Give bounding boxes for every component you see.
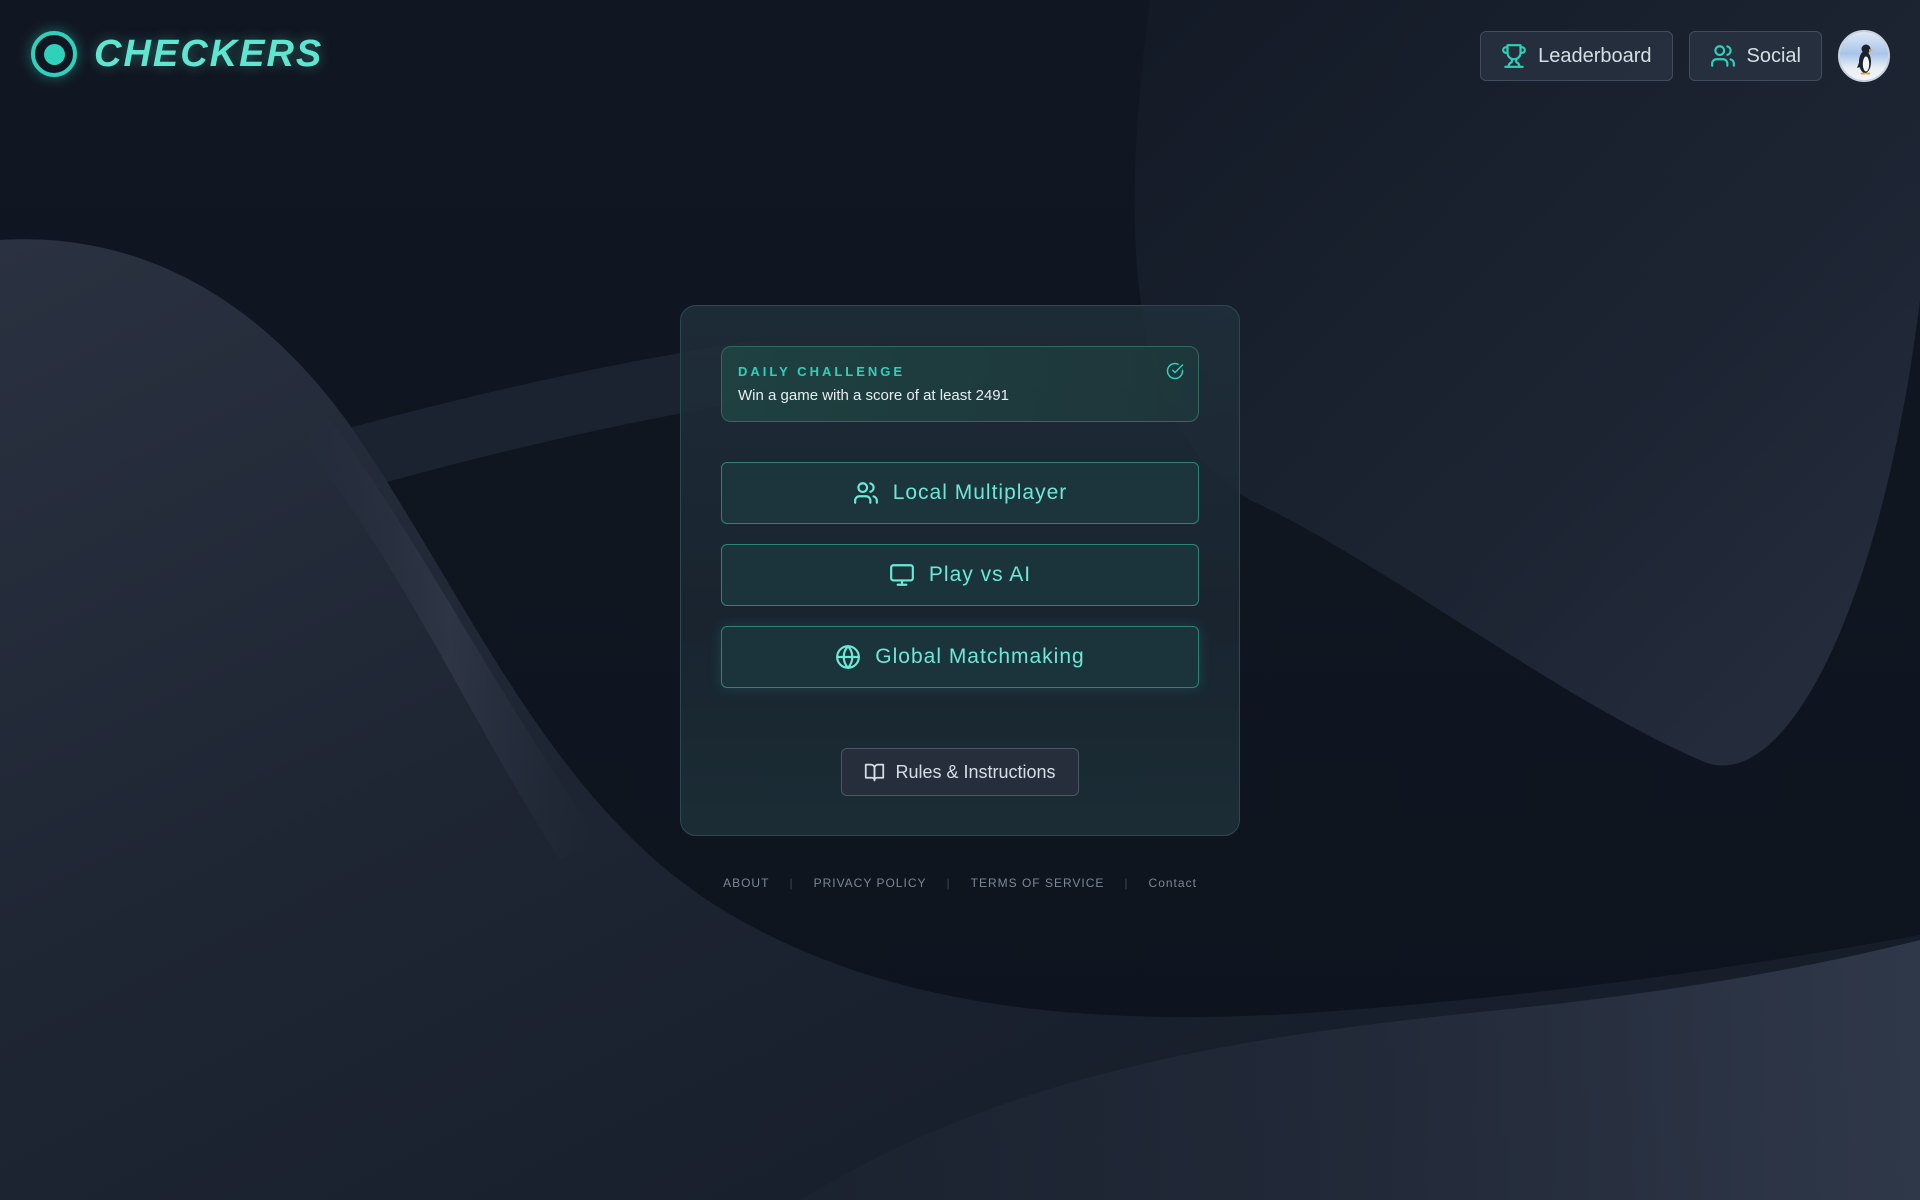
avatar[interactable]	[1838, 30, 1890, 82]
social-button[interactable]: Social	[1688, 31, 1822, 81]
leaderboard-button[interactable]: Leaderboard	[1480, 31, 1673, 81]
global-matchmaking-label: Global Matchmaking	[875, 645, 1085, 668]
footer-link-about[interactable]: ABOUT	[723, 876, 769, 890]
rules-label: Rules & Instructions	[895, 761, 1056, 782]
footer-link-terms[interactable]: TERMS OF SERVICE	[971, 876, 1105, 890]
penguin-avatar-image	[1857, 44, 1873, 75]
footer-separator: |	[1124, 876, 1129, 890]
logo-icon	[31, 31, 77, 77]
play-vs-ai-label: Play vs AI	[928, 563, 1032, 586]
local-multiplayer-label: Local Multiplayer	[892, 481, 1068, 504]
users-icon	[853, 482, 878, 504]
footer-link-contact[interactable]: Contact	[1149, 876, 1197, 890]
local-multiplayer-button[interactable]: Local Multiplayer	[721, 462, 1199, 524]
footer-link-privacy[interactable]: PRIVACY POLICY	[814, 876, 927, 890]
daily-challenge[interactable]: DAILY CHALLENGE Win a game with a score …	[721, 346, 1199, 422]
rules-button[interactable]: Rules & Instructions	[841, 748, 1079, 796]
globe-icon	[836, 645, 861, 669]
daily-challenge-title: DAILY CHALLENGE	[738, 364, 906, 379]
footer-separator: |	[946, 876, 951, 890]
daily-challenge-description: Win a game with a score of at least 2491	[738, 387, 1009, 404]
leaderboard-label: Leaderboard	[1538, 44, 1652, 67]
users-icon	[1710, 45, 1735, 67]
play-vs-ai-button[interactable]: Play vs AI	[721, 544, 1199, 606]
book-open-icon	[865, 763, 885, 781]
footer-separator: |	[789, 876, 794, 890]
monitor-icon	[889, 564, 914, 586]
app-title: CHECKERS	[94, 32, 324, 75]
trophy-icon	[1502, 44, 1526, 68]
social-label: Social	[1746, 44, 1801, 67]
check-circle-icon	[1166, 362, 1184, 380]
app-logo[interactable]: CHECKERS	[31, 31, 323, 77]
global-matchmaking-button[interactable]: Global Matchmaking	[721, 626, 1199, 688]
footer: ABOUT | PRIVACY POLICY | TERMS OF SERVIC…	[680, 876, 1240, 890]
main-menu-card: DAILY CHALLENGE Win a game with a score …	[680, 305, 1240, 836]
header-actions: Leaderboard Social	[1480, 30, 1890, 82]
